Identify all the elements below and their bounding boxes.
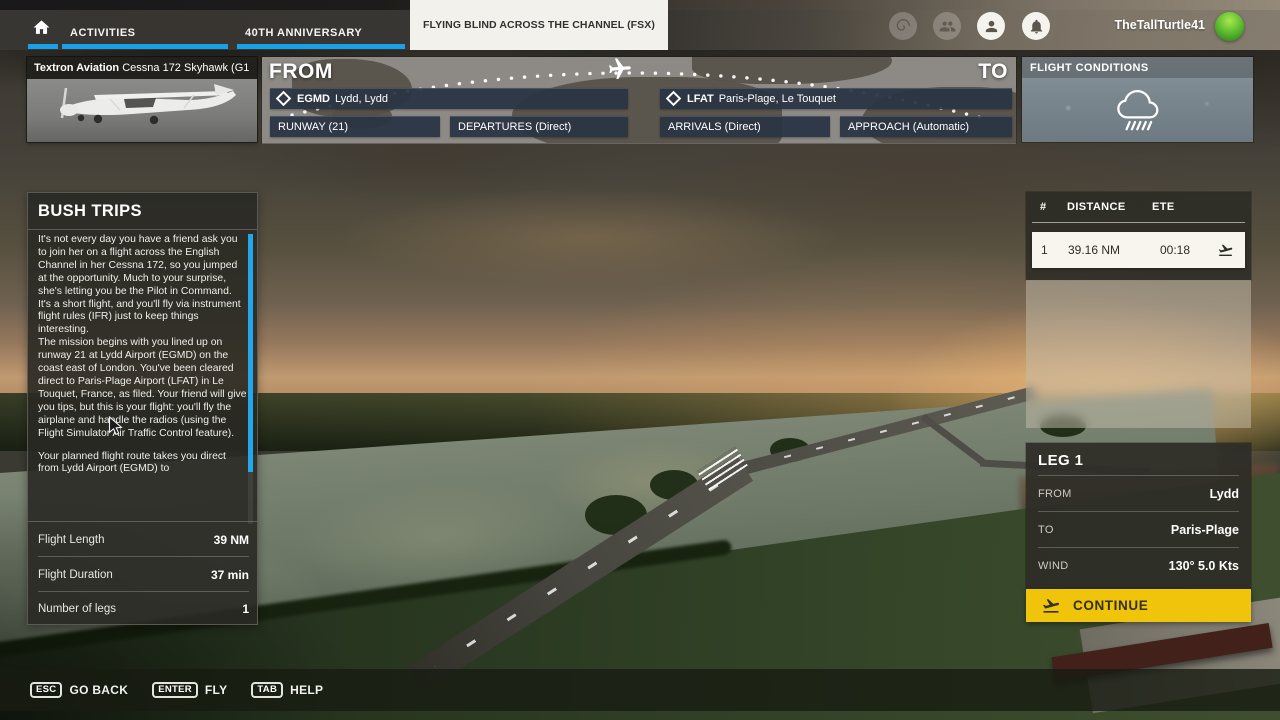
home-tab-underline xyxy=(28,44,58,49)
profile-icon[interactable] xyxy=(977,12,1005,40)
aircraft-maker: Textron Aviation xyxy=(34,62,119,74)
divider xyxy=(1038,547,1239,548)
leg-num: 1 xyxy=(1041,243,1048,257)
to-airport-field[interactable]: LFAT Paris-Plage, Le Touquet xyxy=(660,88,1012,109)
footer-go-back[interactable]: ESC GO BACK xyxy=(30,682,128,698)
stat-number-of-legs: Number of legs 1 xyxy=(38,592,249,626)
description-scrollbar-track[interactable] xyxy=(248,234,253,524)
divider xyxy=(1038,511,1239,512)
tab-activities[interactable]: ACTIVITIES xyxy=(70,27,136,39)
description-paragraph: It's not every day you have a friend ask… xyxy=(38,234,247,337)
esc-key: ESC xyxy=(30,682,62,698)
bush-trips-title: BUSH TRIPS xyxy=(28,193,257,230)
to-airport-name: Paris-Plage, Le Touquet xyxy=(719,93,836,105)
notifications-icon[interactable] xyxy=(1022,12,1050,40)
friends-icon[interactable] xyxy=(933,12,961,40)
aircraft-panel[interactable]: Textron Aviation Cessna 172 Skyhawk (G1 xyxy=(27,57,257,142)
msfs-bush-trip-screen: ACTIVITIES 40TH ANNIVERSARY FLYING BLIND… xyxy=(0,0,1280,720)
description-scrollbar-thumb[interactable] xyxy=(248,234,253,472)
stat-flight-length: Flight Length 39 NM xyxy=(38,523,249,557)
leg-to-row: TO Paris-Plage xyxy=(1038,513,1239,546)
leg-row-1[interactable]: 1 39.16 NM 00:18 xyxy=(1032,232,1245,268)
flight-conditions-title: FLIGHT CONDITIONS xyxy=(1022,57,1253,78)
flight-conditions-panel[interactable]: FLIGHT CONDITIONS xyxy=(1022,57,1253,142)
departures-button[interactable]: DEPARTURES (Direct) xyxy=(450,116,628,137)
leg-ete: 00:18 xyxy=(1160,243,1190,257)
cessna-illustration xyxy=(36,82,248,140)
tab-key: TAB xyxy=(251,682,283,698)
divider xyxy=(28,521,257,522)
description-paragraph: Your planned flight route takes you dire… xyxy=(38,451,247,477)
from-airport-code: EGMD xyxy=(297,93,330,105)
stat-value: 39 NM xyxy=(214,533,249,547)
approach-button[interactable]: APPROACH (Automatic) xyxy=(840,116,1012,137)
leg-distance: 39.16 NM xyxy=(1068,243,1120,257)
stat-label: Number of legs xyxy=(38,603,116,615)
description-paragraph: The mission begins with you lined up on … xyxy=(38,337,247,440)
mission-description[interactable]: It's not every day you have a friend ask… xyxy=(38,234,247,524)
stat-value: 37 min xyxy=(211,568,249,582)
from-airport-field[interactable]: EGMD Lydd, Lydd xyxy=(270,88,628,109)
from-airport-name: Lydd, Lydd xyxy=(335,93,388,105)
help-label: HELP xyxy=(290,683,323,697)
col-num: # xyxy=(1040,201,1047,213)
to-airport-code: LFAT xyxy=(687,93,714,105)
stat-flight-duration: Flight Duration 37 min xyxy=(38,558,249,592)
route-plane-icon xyxy=(606,57,634,83)
go-back-label: GO BACK xyxy=(69,683,128,697)
footer-fly[interactable]: ENTER FLY xyxy=(152,682,227,698)
tab-flying-blind-active[interactable]: FLYING BLIND ACROSS THE CHANNEL (FSX) xyxy=(410,0,668,50)
tab-40th-anniversary[interactable]: 40TH ANNIVERSARY xyxy=(245,27,362,39)
from-label: FROM xyxy=(269,60,333,84)
leg-details-panel: LEG 1 FROM Lydd TO Paris-Plage WIND 130°… xyxy=(1026,443,1251,590)
to-label: TO xyxy=(978,60,1008,84)
activities-tab-underline xyxy=(62,44,228,49)
leg-wind-label: WIND xyxy=(1038,560,1069,572)
mouse-cursor xyxy=(108,416,124,438)
leg-title: LEG 1 xyxy=(1038,452,1083,469)
rain-cloud-icon xyxy=(1110,84,1166,134)
footer-help[interactable]: TAB HELP xyxy=(251,682,323,698)
divider xyxy=(38,556,249,557)
divider xyxy=(1038,475,1239,476)
footer-bar: ESC GO BACK ENTER FLY TAB HELP xyxy=(0,669,1280,711)
stat-label: Flight Length xyxy=(38,534,105,546)
divider xyxy=(1032,222,1245,223)
leg-wind-row: WIND 130° 5.0 Kts xyxy=(1038,549,1239,582)
username[interactable]: TheTallTurtle41 xyxy=(1114,18,1205,32)
leg-from-label: FROM xyxy=(1038,488,1072,500)
arrivals-button[interactable]: ARRIVALS (Direct) xyxy=(660,116,830,137)
leg-to-label: TO xyxy=(1038,524,1054,536)
spiral-icon[interactable] xyxy=(889,12,917,40)
continue-label: CONTINUE xyxy=(1073,598,1148,613)
avatar[interactable] xyxy=(1215,12,1244,41)
continue-button[interactable]: CONTINUE xyxy=(1026,589,1251,622)
legs-list-empty-area xyxy=(1026,280,1251,428)
home-icon[interactable] xyxy=(32,18,51,37)
aircraft-model: Cessna 172 Skyhawk (G1 xyxy=(122,62,249,74)
aircraft-title: Textron Aviation Cessna 172 Skyhawk (G1 xyxy=(27,57,257,79)
leg-to-value: Paris-Plage xyxy=(1171,523,1239,537)
legs-table-panel: # DISTANCE ETE 1 39.16 NM 00:18 xyxy=(1026,192,1251,280)
leg-from-value: Lydd xyxy=(1210,487,1239,501)
aircraft-thumbnail xyxy=(27,79,257,142)
leg-from-row: FROM Lydd xyxy=(1038,477,1239,510)
anniversary-tab-underline xyxy=(237,44,405,49)
enter-key: ENTER xyxy=(152,682,198,698)
leg-wind-value: 130° 5.0 Kts xyxy=(1169,559,1239,573)
airport-diamond-icon xyxy=(666,91,682,107)
runway-button[interactable]: RUNWAY (21) xyxy=(270,116,440,137)
bush-trips-panel: BUSH TRIPS It's not every day you have a… xyxy=(27,192,258,625)
flight-takeoff-icon xyxy=(1040,596,1062,615)
fly-label: FLY xyxy=(205,683,227,697)
airport-diamond-icon xyxy=(276,91,292,107)
col-ete: ETE xyxy=(1152,201,1175,213)
col-distance: DISTANCE xyxy=(1067,201,1126,213)
stat-value: 1 xyxy=(242,602,249,616)
route-strip: FROM TO EGMD Lydd, Lydd LFAT Paris-Plage… xyxy=(262,57,1016,143)
stat-label: Flight Duration xyxy=(38,569,113,581)
flight-takeoff-icon xyxy=(1216,242,1235,258)
legs-table-header: # DISTANCE ETE xyxy=(1026,201,1251,215)
